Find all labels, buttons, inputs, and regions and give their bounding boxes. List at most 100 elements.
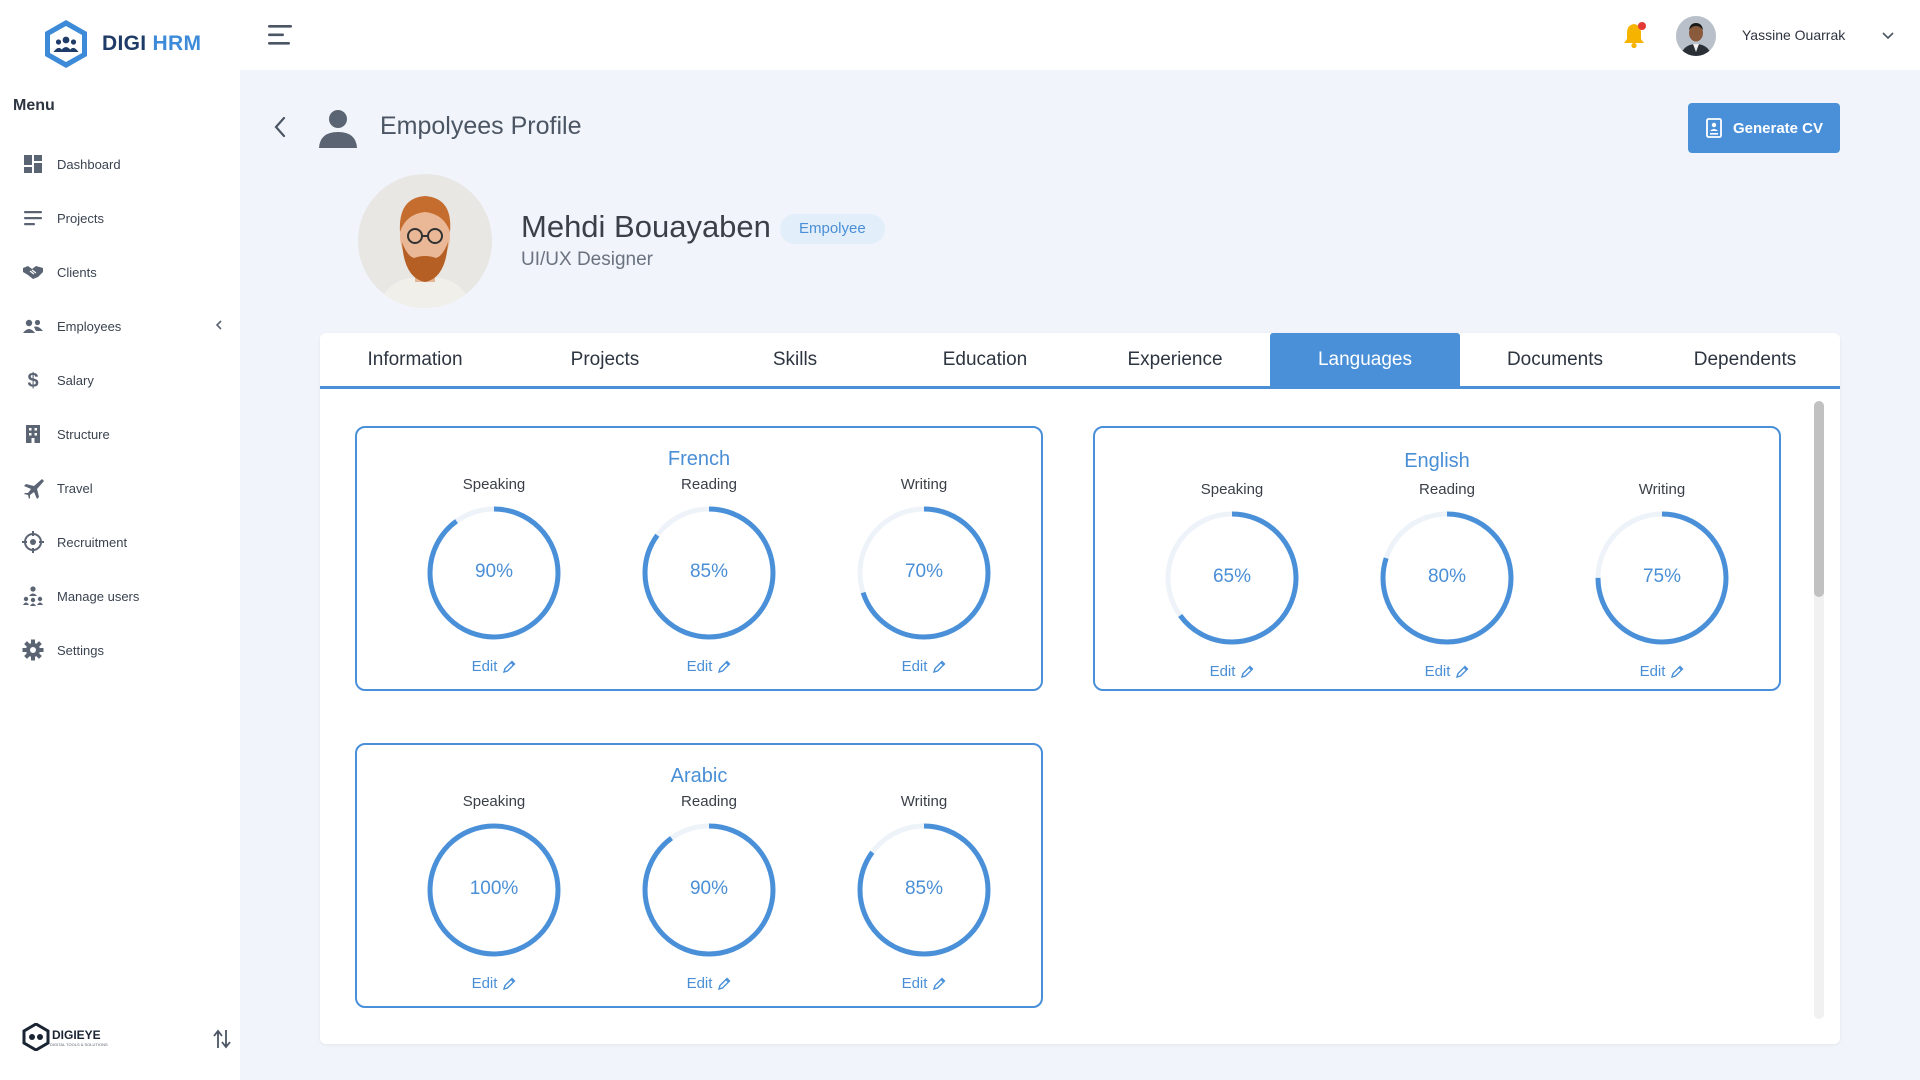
sort-arrows-icon[interactable]: [212, 1028, 232, 1050]
sidebar-item-manage-users[interactable]: Manage users: [0, 569, 240, 623]
generate-cv-label: Generate CV: [1732, 119, 1824, 137]
plane-icon: [22, 477, 44, 499]
skill-percentage: 85%: [904, 878, 944, 899]
edit-label: Edit: [686, 658, 713, 675]
hamburger-menu-icon[interactable]: [268, 24, 294, 46]
user-avatar[interactable]: [1676, 16, 1716, 56]
brand-part2: HRM: [152, 32, 202, 55]
skill-percentage: 80%: [1427, 566, 1467, 587]
sidebar-item-label: Dashboard: [57, 156, 121, 172]
skill-label: Speaking: [462, 476, 526, 493]
skill-percentage: 85%: [689, 561, 729, 582]
dollar-icon: $: [22, 369, 44, 391]
language-name: Arabic: [670, 765, 728, 787]
sidebar-item-recruitment[interactable]: Recruitment: [0, 515, 240, 569]
handshake-icon: [22, 261, 44, 283]
chevron-down-icon[interactable]: [1880, 28, 1896, 44]
sidebar-item-label: Salary: [57, 372, 94, 388]
skill-percentage: 65%: [1212, 566, 1252, 587]
building-icon: [22, 423, 44, 445]
employee-job-title: UI/UX Designer: [521, 249, 653, 270]
notification-bell-icon[interactable]: [1622, 21, 1648, 49]
chevron-left-icon[interactable]: [212, 318, 226, 332]
page-title: Empolyees Profile: [380, 112, 582, 140]
tab-dependents[interactable]: Dependents: [1650, 333, 1840, 386]
projects-icon: [22, 207, 44, 229]
hexagon-team-icon: [45, 20, 87, 68]
edit-link[interactable]: Edit: [854, 975, 994, 992]
tab-documents[interactable]: Documents: [1460, 333, 1650, 386]
language-card-french: French Speaking 90% Edit Reading 85% Edit Writi…: [355, 426, 1043, 691]
sidebar-item-settings[interactable]: Settings: [0, 623, 240, 677]
sidebar-item-salary[interactable]: $ Salary: [0, 353, 240, 407]
edit-label: Edit: [1424, 663, 1451, 680]
gear-icon: [22, 639, 44, 661]
tab-education[interactable]: Education: [890, 333, 1080, 386]
skill-writing: Writing 70% Edit: [854, 476, 994, 686]
document-icon: [1706, 118, 1722, 138]
brand-logo[interactable]: DIGI HRM: [42, 18, 201, 70]
edit-link[interactable]: Edit: [854, 658, 994, 675]
scrollbar[interactable]: [1814, 401, 1824, 1019]
sidebar-item-label: Clients: [57, 264, 97, 280]
edit-link[interactable]: Edit: [1592, 663, 1732, 680]
skill-label: Writing: [900, 476, 948, 493]
edit-link[interactable]: Edit: [1377, 663, 1517, 680]
sidebar-item-projects[interactable]: Projects: [0, 191, 240, 245]
sidebar-item-dashboard[interactable]: Dashboard: [0, 137, 240, 191]
sidebar-item-label: Projects: [57, 210, 104, 226]
tab-experience[interactable]: Experience: [1080, 333, 1270, 386]
digieye-logo-icon: [22, 1023, 50, 1051]
sidebar-item-structure[interactable]: Structure: [0, 407, 240, 461]
tab-projects[interactable]: Projects: [510, 333, 700, 386]
language-name: English: [1404, 450, 1470, 472]
sidebar-item-travel[interactable]: Travel: [0, 461, 240, 515]
language-card-english: English Speaking 65% Edit Reading 80% Edit Writ…: [1093, 426, 1781, 691]
edit-label: Edit: [901, 975, 928, 992]
edit-link[interactable]: Edit: [424, 975, 564, 992]
menu-title: Menu: [13, 97, 55, 114]
pencil-icon: [1241, 665, 1254, 678]
profile-photo: [358, 174, 492, 308]
edit-link[interactable]: Edit: [424, 658, 564, 675]
language-name: French: [667, 448, 731, 470]
skill-speaking: Speaking 65% Edit: [1162, 481, 1302, 691]
skill-speaking: Speaking 100% Edit: [424, 793, 564, 1003]
sidebar-item-label: Settings: [57, 642, 104, 658]
back-arrow-icon[interactable]: [270, 114, 290, 140]
pencil-icon: [1456, 665, 1469, 678]
dashboard-icon: [22, 153, 44, 175]
user-name[interactable]: Yassine Ouarrak: [1742, 27, 1845, 43]
skill-label: Writing: [1638, 481, 1686, 498]
edit-label: Edit: [686, 975, 713, 992]
skill-label: Reading: [1419, 481, 1475, 498]
sidebar-item-clients[interactable]: Clients: [0, 245, 240, 299]
users-hierarchy-icon: [22, 585, 44, 607]
profile-photo-icon: [358, 174, 492, 308]
edit-label: Edit: [901, 658, 928, 675]
skill-reading: Reading 80% Edit: [1377, 481, 1517, 691]
profile-tabs: Information Projects Skills Education Ex…: [320, 333, 1840, 389]
scrollbar-thumb[interactable]: [1814, 401, 1824, 597]
svg-text:$: $: [27, 370, 38, 391]
skill-label: Speaking: [462, 793, 526, 810]
tab-skills[interactable]: Skills: [700, 333, 890, 386]
sidebar-item-label: Employees: [57, 318, 122, 334]
top-bar: Yassine Ouarrak: [240, 0, 1920, 70]
skill-percentage: 90%: [474, 561, 514, 582]
edit-link[interactable]: Edit: [1162, 663, 1302, 680]
sidebar-item-label: Travel: [57, 480, 93, 496]
edit-label: Edit: [1209, 663, 1236, 680]
sidebar-item-label: Structure: [57, 426, 110, 442]
generate-cv-button[interactable]: Generate CV: [1688, 103, 1840, 153]
skill-percentage: 70%: [904, 561, 944, 582]
user-photo-icon: [1676, 16, 1716, 56]
skill-label: Speaking: [1200, 481, 1264, 498]
skill-percentage: 100%: [469, 878, 519, 899]
footer-logo: DIGIEYE DIGITAL TOOLS & SOLUTIONS: [22, 1023, 108, 1051]
edit-link[interactable]: Edit: [639, 658, 779, 675]
sidebar-item-employees[interactable]: Employees: [0, 299, 240, 353]
edit-link[interactable]: Edit: [639, 975, 779, 992]
tab-languages[interactable]: Languages: [1270, 333, 1460, 386]
tab-information[interactable]: Information: [320, 333, 510, 386]
